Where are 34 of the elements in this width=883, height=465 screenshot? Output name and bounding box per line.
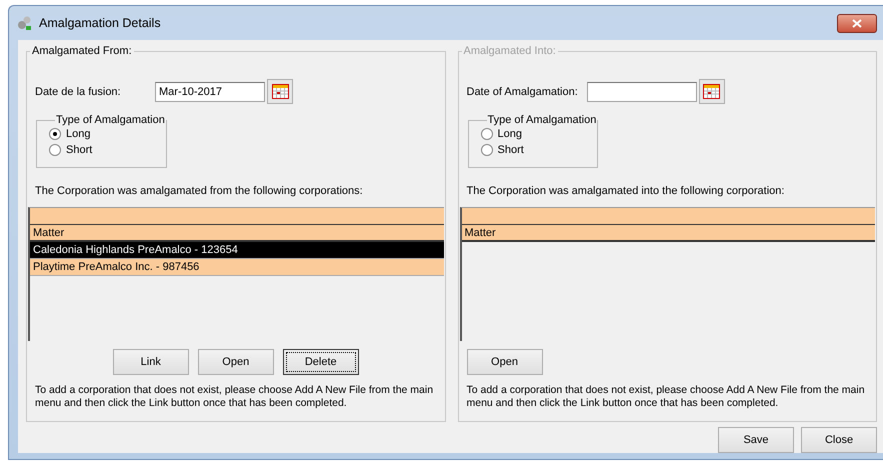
date-label: Date de la fusion: <box>35 86 122 98</box>
type-group-title: Type of Amalgamation <box>486 114 598 126</box>
help-note: To add a corporation that does not exist, please choose Add A New File from the main menu and then click the Link button once that has been completed. <box>34 384 434 410</box>
radio-button[interactable] <box>49 144 61 156</box>
type-group-title: Type of Amalgamation <box>55 114 166 126</box>
list-row[interactable]: Playtime PreAmalco Inc. - 987456 <box>30 259 444 276</box>
action-button[interactable]: Link <box>112 349 189 375</box>
dialog-button[interactable]: Close <box>801 427 877 453</box>
column-header: Matter <box>30 225 444 242</box>
date-field[interactable] <box>586 82 696 102</box>
action-button[interactable]: Open <box>198 349 274 375</box>
group-title: Amalgamated Into: <box>462 45 557 57</box>
list-row[interactable]: Caledonia Highlands PreAmalco - 123654 <box>30 242 444 259</box>
radio-label: Long <box>66 128 90 140</box>
list-caption: The Corporation was amalgamated from the following corporations: <box>34 185 364 197</box>
radio-label: Short <box>498 144 524 156</box>
calendar-icon <box>272 84 288 99</box>
calendar-button[interactable] <box>698 79 724 104</box>
close-icon <box>852 18 862 28</box>
radio-label: Short <box>66 144 92 156</box>
group-title: Amalgamated From: <box>31 45 133 57</box>
date-field[interactable]: Mar-10-2017 <box>155 82 265 102</box>
list-caption: The Corporation was amalgamated into the following corporation: <box>466 185 786 197</box>
dialog-button[interactable]: Save <box>718 427 794 453</box>
calendar-icon <box>703 84 720 99</box>
calendar-button[interactable] <box>267 79 293 104</box>
radio-button[interactable] <box>49 128 61 140</box>
date-label: Date of Amalgamation: <box>466 86 579 98</box>
action-button[interactable]: Delete <box>282 349 359 375</box>
column-header: Matter <box>462 225 875 242</box>
help-note: To add a corporation that does not exist, please choose Add A New File from the main menu and then click the Link button once that has been completed. <box>466 384 866 410</box>
window-title: Amalgamation Details <box>39 16 162 30</box>
radio-label: Long <box>498 128 522 140</box>
close-button[interactable] <box>837 14 877 32</box>
